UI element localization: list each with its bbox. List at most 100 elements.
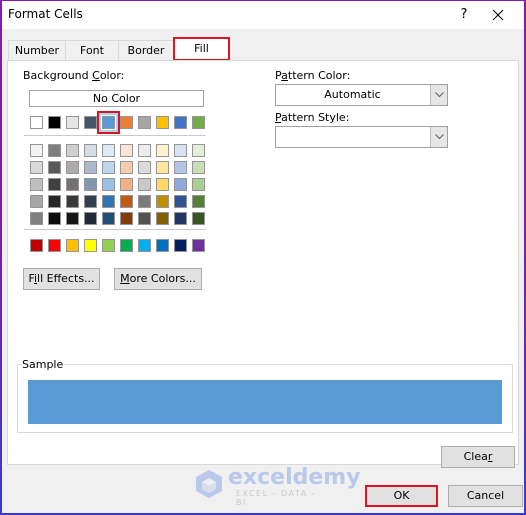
sample-label: Sample xyxy=(22,358,65,371)
title-bar: Format Cells ? xyxy=(2,1,524,29)
close-button[interactable] xyxy=(486,4,510,26)
standard-color-swatch[interactable] xyxy=(30,239,43,252)
standard-color-swatch[interactable] xyxy=(84,239,97,252)
chevron-down-icon xyxy=(435,92,444,98)
tint-color-swatch[interactable] xyxy=(120,161,133,174)
tint-color-swatch[interactable] xyxy=(138,195,151,208)
pattern-color-label: Pattern Color: xyxy=(275,69,351,82)
tint-color-swatch[interactable] xyxy=(138,144,151,157)
tint-color-swatch[interactable] xyxy=(120,195,133,208)
tab-fill[interactable]: Fill xyxy=(173,37,230,61)
pattern-style-dropdown[interactable] xyxy=(275,126,448,148)
theme-color-swatch[interactable] xyxy=(84,116,97,129)
theme-color-swatch[interactable] xyxy=(120,116,133,129)
tint-color-swatch[interactable] xyxy=(48,144,61,157)
chevron-down-icon xyxy=(435,134,444,140)
tint-color-swatch[interactable] xyxy=(84,195,97,208)
tint-color-swatch[interactable] xyxy=(48,195,61,208)
tint-color-swatch[interactable] xyxy=(192,195,205,208)
tint-color-swatch[interactable] xyxy=(156,212,169,225)
tint-color-swatch[interactable] xyxy=(30,144,43,157)
tint-color-swatch[interactable] xyxy=(138,212,151,225)
tab-border[interactable]: Border xyxy=(118,40,174,61)
theme-color-swatch[interactable] xyxy=(192,116,205,129)
standard-color-swatch[interactable] xyxy=(192,239,205,252)
fill-effects-button[interactable]: Fill Effects... xyxy=(23,268,100,290)
tint-color-swatch[interactable] xyxy=(120,144,133,157)
tint-color-swatch[interactable] xyxy=(84,178,97,191)
standard-color-swatch[interactable] xyxy=(66,239,79,252)
tint-color-swatch[interactable] xyxy=(102,161,115,174)
theme-color-swatch-selected[interactable] xyxy=(97,111,120,134)
help-button[interactable]: ? xyxy=(454,5,474,25)
tint-color-swatch[interactable] xyxy=(66,144,79,157)
exceldemy-logo-icon xyxy=(196,470,222,498)
tint-color-swatch[interactable] xyxy=(30,212,43,225)
background-color-label: Background Color: xyxy=(23,69,125,82)
tab-number[interactable]: Number xyxy=(8,40,66,61)
watermark-tagline: EXCEL - DATA - BI xyxy=(236,489,317,507)
standard-color-swatch[interactable] xyxy=(174,239,187,252)
tint-color-swatch[interactable] xyxy=(30,178,43,191)
standard-color-swatch[interactable] xyxy=(120,239,133,252)
tint-color-swatch[interactable] xyxy=(174,212,187,225)
pattern-color-value: Automatic xyxy=(324,88,381,101)
tint-color-swatch[interactable] xyxy=(84,212,97,225)
ok-button[interactable]: OK xyxy=(365,485,438,507)
theme-color-swatch[interactable] xyxy=(66,116,79,129)
tint-color-swatch[interactable] xyxy=(120,212,133,225)
theme-color-swatch[interactable] xyxy=(156,116,169,129)
tint-color-swatch[interactable] xyxy=(30,161,43,174)
clear-button[interactable]: Clear xyxy=(441,446,515,468)
pattern-color-dropdown[interactable]: Automatic xyxy=(275,84,448,106)
tint-color-swatch[interactable] xyxy=(138,178,151,191)
sample-preview xyxy=(28,380,502,424)
tint-color-swatch[interactable] xyxy=(156,144,169,157)
standard-color-swatch[interactable] xyxy=(138,239,151,252)
tint-color-swatch[interactable] xyxy=(192,144,205,157)
tint-color-swatch[interactable] xyxy=(48,212,61,225)
tint-color-swatch[interactable] xyxy=(102,195,115,208)
tint-color-swatch[interactable] xyxy=(156,195,169,208)
tint-color-swatch[interactable] xyxy=(66,195,79,208)
tint-color-swatch[interactable] xyxy=(192,161,205,174)
standard-color-swatch[interactable] xyxy=(48,239,61,252)
theme-color-swatch[interactable] xyxy=(48,116,61,129)
tint-color-swatch[interactable] xyxy=(174,144,187,157)
tint-color-swatch[interactable] xyxy=(174,195,187,208)
theme-color-swatch[interactable] xyxy=(174,116,187,129)
tint-color-swatch[interactable] xyxy=(84,161,97,174)
tint-color-swatch[interactable] xyxy=(192,178,205,191)
tint-color-swatch[interactable] xyxy=(138,161,151,174)
tint-color-swatch[interactable] xyxy=(84,144,97,157)
pattern-style-label: Pattern Style: xyxy=(275,111,350,124)
standard-color-swatch[interactable] xyxy=(102,239,115,252)
tint-color-swatch[interactable] xyxy=(192,212,205,225)
tint-color-swatch[interactable] xyxy=(120,178,133,191)
tab-font[interactable]: Font xyxy=(65,40,119,61)
tint-color-swatch[interactable] xyxy=(156,178,169,191)
tint-color-swatch[interactable] xyxy=(156,161,169,174)
tint-color-swatch[interactable] xyxy=(48,161,61,174)
tint-color-swatch[interactable] xyxy=(48,178,61,191)
format-cells-dialog: Format Cells ? Number Font Border Fill B… xyxy=(0,0,526,515)
tint-color-swatch[interactable] xyxy=(30,195,43,208)
pattern-style-dropdown-button[interactable] xyxy=(430,127,447,147)
tint-color-swatch[interactable] xyxy=(66,212,79,225)
tint-color-swatch[interactable] xyxy=(174,161,187,174)
pattern-color-dropdown-button[interactable] xyxy=(430,85,447,105)
close-icon xyxy=(492,9,504,21)
watermark-logo: exceldemy EXCEL - DATA - BI xyxy=(192,465,361,507)
tint-color-swatch[interactable] xyxy=(102,144,115,157)
no-color-button[interactable]: No Color xyxy=(29,90,204,107)
more-colors-button[interactable]: More Colors... xyxy=(114,268,202,290)
tint-color-swatch[interactable] xyxy=(174,178,187,191)
tint-color-swatch[interactable] xyxy=(102,212,115,225)
standard-color-swatch[interactable] xyxy=(156,239,169,252)
theme-color-swatch[interactable] xyxy=(138,116,151,129)
tint-color-swatch[interactable] xyxy=(102,178,115,191)
theme-color-swatch[interactable] xyxy=(30,116,43,129)
cancel-button[interactable]: Cancel xyxy=(448,485,523,507)
tint-color-swatch[interactable] xyxy=(66,178,79,191)
tint-color-swatch[interactable] xyxy=(66,161,79,174)
